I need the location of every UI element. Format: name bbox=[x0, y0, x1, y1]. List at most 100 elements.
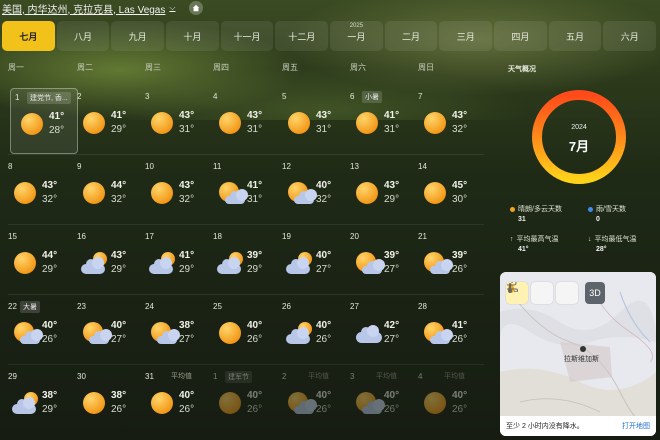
row-divider bbox=[8, 224, 484, 225]
day-cell[interactable]: 7 43° 32° bbox=[414, 88, 482, 154]
high-temp: 41° bbox=[247, 180, 263, 191]
day-cell[interactable]: 17 41° 29° bbox=[141, 228, 209, 294]
day-cell[interactable]: 12 40° 32° bbox=[278, 158, 346, 224]
home-icon[interactable] bbox=[189, 1, 204, 15]
day-cell[interactable]: 23 40° 27° bbox=[73, 298, 141, 364]
day-number: 9 bbox=[77, 162, 82, 171]
high-temp: 43° bbox=[384, 180, 400, 191]
open-map-link[interactable]: 打开地图 bbox=[622, 421, 650, 431]
day-cell[interactable]: 4 43° 31° bbox=[209, 88, 277, 154]
day-cell[interactable]: 31 平均值 40° 26° bbox=[141, 368, 209, 434]
high-temp: 39° bbox=[247, 250, 263, 261]
day-cell[interactable]: 14 45° 30° bbox=[414, 158, 482, 224]
high-temp: 44° bbox=[111, 180, 127, 191]
day-cell[interactable]: 25 40° 26° bbox=[209, 298, 277, 364]
day-number: 27 bbox=[350, 302, 359, 311]
day-cell[interactable]: 6 小暑 41° 31° bbox=[346, 88, 414, 154]
day-cell[interactable]: 11 41° 31° bbox=[209, 158, 277, 224]
day-number: 5 bbox=[282, 92, 287, 101]
tab-month[interactable]: 十一月 bbox=[220, 21, 274, 51]
tab-month[interactable]: 七月 bbox=[2, 21, 55, 51]
month-label: 十月 bbox=[183, 31, 202, 42]
high-temp: 41° bbox=[384, 110, 400, 121]
day-cell[interactable]: 18 39° 29° bbox=[209, 228, 277, 294]
tab-month[interactable]: 三月 bbox=[439, 21, 493, 51]
stat-clear-days: 晴朗/多云天数 31 bbox=[510, 204, 580, 223]
location-label[interactable]: 美国, 内华达州, 克拉克县, Las Vegas bbox=[2, 1, 165, 16]
day-cell[interactable]: 15 44° 29° bbox=[4, 228, 72, 294]
day-cell[interactable]: 2 41° 29° bbox=[73, 88, 141, 154]
low-temp: 32° bbox=[452, 124, 468, 135]
tab-month[interactable]: 2025 一月 bbox=[330, 21, 383, 51]
cloudy-sun-icon bbox=[149, 252, 175, 276]
day-cell[interactable]: 2 平均值 40° 26° bbox=[278, 368, 346, 434]
sun-icon bbox=[151, 182, 175, 206]
month-label: 一月 bbox=[347, 31, 366, 42]
partly-cloudy-icon bbox=[288, 392, 317, 416]
location-selector[interactable]: 美国, 内华达州, 克拉克县, Las Vegas ⌵ bbox=[2, 1, 175, 16]
high-temp: 43° bbox=[179, 180, 195, 191]
chevron-down-icon[interactable]: ⌵ bbox=[169, 3, 175, 13]
month-label: 五月 bbox=[566, 31, 585, 42]
tab-month[interactable]: 十月 bbox=[166, 21, 219, 51]
tab-month[interactable]: 五月 bbox=[548, 21, 602, 51]
day-cell[interactable]: 1 建军节 40° 26° bbox=[209, 368, 277, 434]
low-temp: 28° bbox=[49, 125, 65, 136]
high-temp: 39° bbox=[384, 250, 400, 261]
day-cell[interactable]: 29 38° 29° bbox=[4, 368, 72, 434]
low-temp: 29° bbox=[179, 264, 195, 275]
day-cell[interactable]: 19 40° 27° bbox=[278, 228, 346, 294]
high-temp: 38° bbox=[42, 390, 58, 401]
sun-icon bbox=[288, 112, 312, 136]
sun-icon bbox=[424, 392, 448, 416]
low-temp: 29° bbox=[42, 264, 58, 275]
cloudy-sun-icon bbox=[217, 252, 243, 276]
weather-map[interactable]: 3D 拉斯维加斯 至少 2 小时内没有降水。 打开地图 bbox=[500, 272, 656, 436]
day-number: 20 bbox=[350, 232, 359, 241]
tab-month[interactable]: 十二月 bbox=[275, 21, 329, 51]
day-cell[interactable]: 24 38° 27° bbox=[141, 298, 209, 364]
day-cell[interactable]: 3 43° 31° bbox=[141, 88, 209, 154]
day-cell[interactable]: 22 大暑 40° 26° bbox=[4, 298, 72, 364]
tab-month[interactable]: 九月 bbox=[111, 21, 165, 51]
tab-month[interactable]: 四月 bbox=[494, 21, 547, 51]
tab-month[interactable]: 八月 bbox=[56, 21, 110, 51]
map-3d-toggle[interactable]: 3D bbox=[585, 282, 605, 304]
day-number: 29 bbox=[8, 372, 17, 381]
wind-icon[interactable] bbox=[507, 282, 578, 304]
day-number: 26 bbox=[282, 302, 291, 311]
high-temp: 40° bbox=[452, 390, 468, 401]
day-cell[interactable]: 3 平均值 40° 26° bbox=[346, 368, 414, 434]
day-cell[interactable]: 13 43° 29° bbox=[346, 158, 414, 224]
average-tag: 平均值 bbox=[444, 373, 465, 380]
low-temp: 32° bbox=[316, 194, 332, 205]
day-cell[interactable]: 10 43° 32° bbox=[141, 158, 209, 224]
calendar-grid: 1 建党节, 香... 41° 28° 2 41° 29° 3 43° 31° 4 43° 31° 5 43… bbox=[0, 82, 490, 440]
partly-cloudy-icon bbox=[219, 182, 248, 206]
tab-month[interactable]: 二月 bbox=[384, 21, 438, 51]
day-cell[interactable]: 5 43° 31° bbox=[278, 88, 346, 154]
low-temp: 27° bbox=[316, 264, 332, 275]
high-temp: 40° bbox=[316, 180, 332, 191]
day-cell[interactable]: 4 平均值 40° 26° bbox=[414, 368, 482, 434]
day-cell[interactable]: 9 44° 32° bbox=[73, 158, 141, 224]
day-cell[interactable]: 27 42° 27° bbox=[346, 298, 414, 364]
day-cell[interactable]: 26 40° 26° bbox=[278, 298, 346, 364]
day-cell[interactable]: 16 43° 29° bbox=[73, 228, 141, 294]
tab-month[interactable]: 六月 bbox=[603, 21, 657, 51]
high-temp: 39° bbox=[452, 250, 468, 261]
low-temp: 31° bbox=[316, 124, 332, 135]
high-temp: 43° bbox=[179, 110, 195, 121]
thermometer-icon[interactable] bbox=[508, 282, 553, 304]
day-number: 3 bbox=[145, 92, 150, 101]
month-label: 七月 bbox=[19, 31, 38, 42]
day-cell[interactable]: 21 39° 26° bbox=[414, 228, 482, 294]
day-cell[interactable]: 28 41° 26° bbox=[414, 298, 482, 364]
average-tag: 平均值 bbox=[171, 373, 192, 380]
low-temp: 31° bbox=[384, 124, 400, 135]
day-cell[interactable]: 30 38° 26° bbox=[73, 368, 141, 434]
low-temp: 29° bbox=[42, 404, 58, 415]
day-cell[interactable]: 20 39° 27° bbox=[346, 228, 414, 294]
day-cell[interactable]: 1 建党节, 香... 41° 28° bbox=[10, 88, 78, 154]
day-cell[interactable]: 8 43° 32° bbox=[4, 158, 72, 224]
